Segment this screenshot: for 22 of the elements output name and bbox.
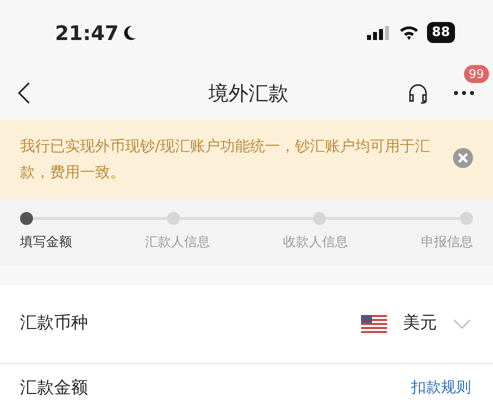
deduction-rules-link[interactable]: 扣款规则 — [411, 376, 471, 398]
signal-icon — [366, 26, 391, 40]
step-label: 汇款人信息 — [145, 234, 210, 252]
notice-text: 我行已实现外币现钞/现汇账户功能统一，钞汇账户均可用于汇款，费用一致。 — [20, 136, 432, 182]
field-label: 汇款币种 — [20, 312, 88, 335]
more-icon[interactable] — [453, 90, 475, 96]
back-icon[interactable] — [18, 82, 30, 104]
flag-icon — [361, 314, 387, 332]
wifi-icon — [398, 25, 419, 40]
battery-level: 88 — [426, 22, 455, 44]
status-time: 21:47 — [55, 20, 119, 46]
step-label: 填写金额 — [20, 234, 72, 252]
step-label: 收款人信息 — [283, 234, 348, 252]
chevron-down-icon — [453, 318, 471, 328]
notification-badge: 99 — [464, 64, 489, 82]
moon-icon — [122, 24, 137, 40]
step-label: 申报信息 — [421, 234, 473, 252]
close-icon[interactable] — [453, 148, 473, 168]
headset-icon[interactable] — [407, 82, 429, 104]
page-title: 境外汇款 — [208, 80, 288, 106]
currency-select[interactable]: 美元 — [361, 310, 471, 336]
field-label: 汇款金额 — [20, 376, 88, 400]
